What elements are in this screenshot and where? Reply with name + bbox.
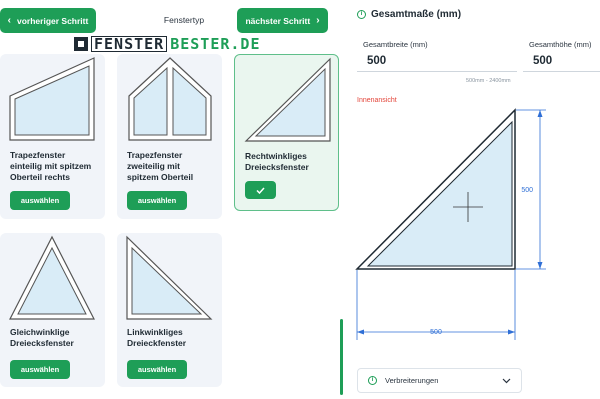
card-title: Trapezfenster einteilig mit spitzem Ober…: [10, 150, 92, 182]
width-field-label: Gesamtbreite (mm): [363, 40, 428, 49]
left-triangle-window-icon: [126, 235, 213, 320]
next-step-label: nächster Schritt: [245, 15, 311, 26]
window-type-card-trapez-double[interactable]: Trapezfenster zweiteilig mit spitzem Obe…: [117, 54, 222, 219]
width-range-hint: 500mm - 2400mm: [466, 78, 511, 84]
next-step-button[interactable]: nächster Schritt ›: [237, 8, 328, 33]
right-triangle-window-icon: [244, 57, 331, 142]
step-title: Fenstertyp: [163, 15, 205, 25]
chevron-down-icon: [502, 378, 511, 383]
chevron-right-icon: ›: [316, 14, 320, 26]
logo-text-part2: BESTER.DE: [170, 34, 261, 53]
card-title: Rechtwinkliges Dreiecksfenster: [245, 151, 309, 172]
dim-width-text: 500: [430, 329, 442, 336]
dim-height-text: 500: [521, 187, 533, 194]
equilateral-triangle-window-icon: [9, 235, 95, 320]
logo-text-part1: FENSTER: [91, 35, 168, 52]
card-title: Linkwinkliges Dreieckfenster: [127, 327, 187, 348]
chevron-left-icon: ‹: [7, 14, 11, 26]
window-type-card-trapez-single[interactable]: Trapezfenster einteilig mit spitzem Ober…: [0, 54, 105, 219]
card-title: Trapezfenster zweiteilig mit spitzem Obe…: [127, 150, 194, 182]
window-glass: [366, 120, 513, 267]
logo-mark-icon: [74, 36, 88, 51]
window-type-card-right-triangle[interactable]: Rechtwinkliges Dreiecksfenster: [234, 54, 339, 211]
window-type-card-equilateral-triangle[interactable]: Gleichwinklige Dreiecksfenster auswählen: [0, 233, 105, 387]
info-icon: i: [368, 376, 377, 385]
select-button[interactable]: auswählen: [127, 191, 187, 210]
dimensions-header: i Gesamtmaße (mm): [357, 9, 461, 20]
window-technical-drawing: 500 500: [355, 108, 546, 340]
select-button[interactable]: auswählen: [10, 360, 70, 379]
dim-arrow-right: [508, 329, 515, 335]
check-icon: [256, 186, 265, 194]
card-title: Gleichwinklige Dreiecksfenster: [10, 327, 74, 348]
height-field-label: Gesamthöhe (mm): [529, 40, 592, 49]
trapez-single-window-icon: [9, 57, 95, 141]
configurator-page: ‹ vorheriger Schritt Fenstertyp nächster…: [0, 0, 600, 399]
height-input[interactable]: [523, 50, 600, 72]
window-type-card-left-triangle[interactable]: Linkwinkliges Dreieckfenster auswählen: [117, 233, 222, 387]
brand-logo: FENSTER BESTER.DE: [74, 35, 261, 52]
dim-arrow-up: [537, 110, 543, 117]
previous-step-label: vorheriger Schritt: [17, 15, 89, 26]
selected-check-button[interactable]: [245, 181, 276, 199]
dim-arrow-down: [537, 262, 543, 269]
info-icon[interactable]: i: [357, 10, 366, 19]
dimensions-title: Gesamtmaße (mm): [371, 9, 462, 20]
extensions-accordion[interactable]: i Verbreiterungen: [357, 368, 522, 393]
previous-step-button[interactable]: ‹ vorheriger Schritt: [0, 8, 96, 33]
width-input[interactable]: [357, 50, 517, 72]
trapez-double-window-icon: [128, 57, 212, 141]
select-button[interactable]: auswählen: [10, 191, 70, 210]
select-button[interactable]: auswählen: [127, 360, 187, 379]
dim-arrow-left: [357, 329, 364, 335]
extensions-label: Verbreiterungen: [385, 376, 439, 385]
